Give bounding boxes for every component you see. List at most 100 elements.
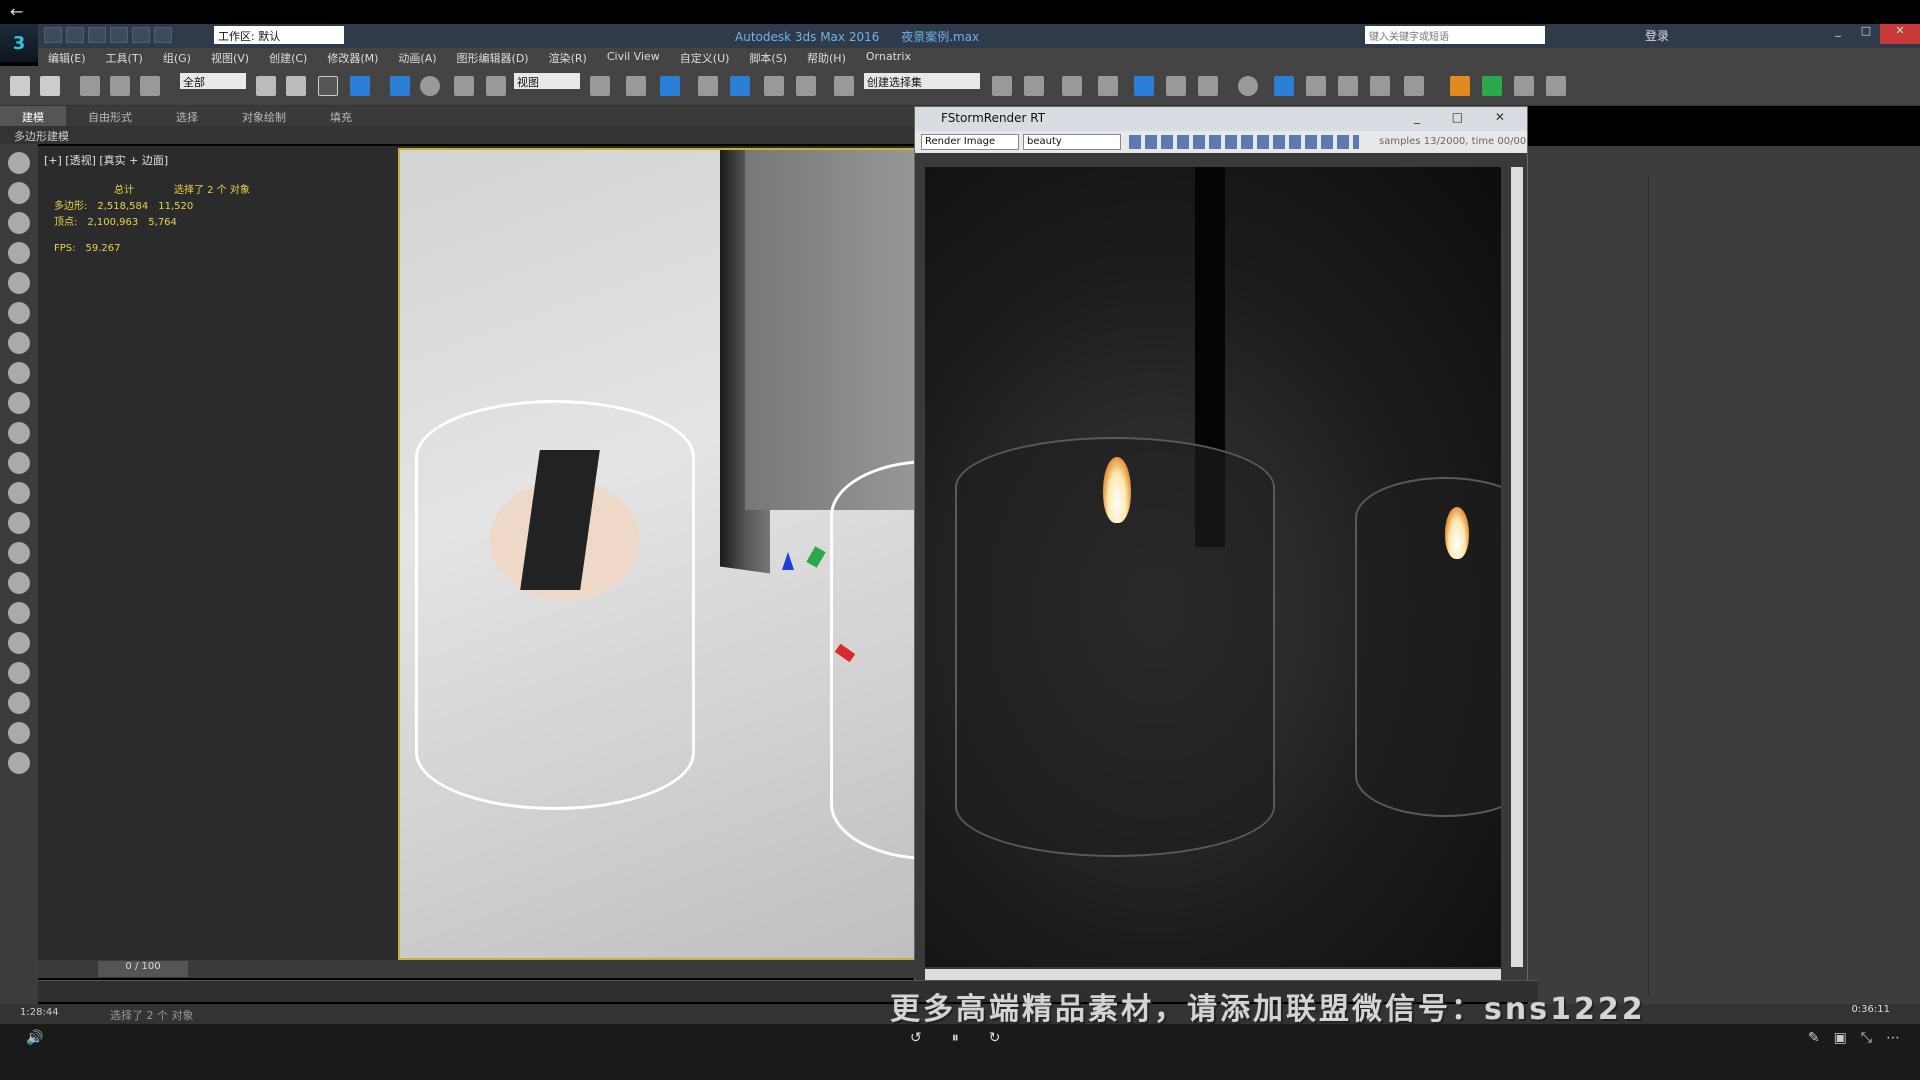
pause-icon[interactable]: ⏸ xyxy=(952,1030,959,1046)
material-editor-icon[interactable] xyxy=(1238,76,1258,96)
material-sphere-icon[interactable] xyxy=(8,722,30,744)
menu-customize[interactable]: 自定义(U) xyxy=(670,48,740,66)
volume-icon[interactable]: 🔊 xyxy=(26,1030,43,1046)
named-selection-select[interactable]: 创建选择集 xyxy=(864,73,980,89)
particle-icon[interactable] xyxy=(8,572,30,594)
selection-filter-select[interactable]: 全部 xyxy=(180,73,246,89)
tab-object-paint[interactable]: 对象绘制 xyxy=(220,106,308,126)
search-input[interactable]: 键入关键字或短语 xyxy=(1365,26,1545,44)
undo-icon[interactable] xyxy=(110,27,128,43)
3dsmax-logo-icon[interactable]: 3 xyxy=(0,24,38,62)
menu-edit[interactable]: 编辑(E) xyxy=(38,48,96,66)
glass-candle-wireframe-2[interactable] xyxy=(830,460,920,860)
menu-modifiers[interactable]: 修改器(M) xyxy=(317,48,388,66)
plugin-icon[interactable] xyxy=(1482,76,1502,96)
more-icon[interactable]: ⋯ xyxy=(1886,1030,1900,1046)
select-manipulate-icon[interactable] xyxy=(626,76,646,96)
plane-icon[interactable] xyxy=(8,362,30,384)
menu-animation[interactable]: 动画(A) xyxy=(388,48,446,66)
plant-icon[interactable] xyxy=(8,662,30,684)
open-file-icon[interactable] xyxy=(66,27,84,43)
pip-icon[interactable]: ▣ xyxy=(1834,1030,1847,1046)
light-icon[interactable] xyxy=(8,512,30,534)
hair-icon[interactable] xyxy=(8,542,30,564)
create-icon[interactable] xyxy=(8,152,30,174)
menu-ornatrix[interactable]: Ornatrix xyxy=(856,48,921,66)
render-frame-icon[interactable] xyxy=(1404,76,1424,96)
render-window-controls[interactable]: _ □ ✕ xyxy=(1414,110,1519,124)
tools-icon[interactable] xyxy=(1514,76,1534,96)
torus-icon[interactable] xyxy=(8,422,30,444)
motion-icon[interactable] xyxy=(8,242,30,264)
tab-freeform[interactable]: 自由形式 xyxy=(66,106,154,126)
unlink-icon[interactable] xyxy=(110,76,130,96)
keyboard-shortcut-override-icon[interactable] xyxy=(660,76,680,96)
redo-icon[interactable] xyxy=(40,76,60,96)
new-file-icon[interactable] xyxy=(44,27,62,43)
utilities-icon[interactable] xyxy=(8,302,30,324)
render-production-icon[interactable] xyxy=(1338,76,1358,96)
reference-coord-select[interactable]: 视图 xyxy=(514,73,580,89)
move-icon[interactable] xyxy=(390,76,410,96)
menu-scripting[interactable]: 脚本(S) xyxy=(739,48,797,66)
sun-icon[interactable] xyxy=(8,482,30,504)
helper-icon[interactable] xyxy=(8,602,30,624)
mirror-icon[interactable] xyxy=(992,76,1012,96)
schematic-view-icon[interactable] xyxy=(1198,76,1218,96)
menu-create[interactable]: 创建(C) xyxy=(259,48,317,66)
pivot-icon[interactable] xyxy=(590,76,610,96)
time-slider[interactable]: 0 / 100 xyxy=(38,960,920,978)
render-tool-icons[interactable] xyxy=(1129,135,1359,149)
place-icon[interactable] xyxy=(486,76,506,96)
scale-icon[interactable] xyxy=(454,76,474,96)
tab-populate[interactable]: 填充 xyxy=(308,106,374,126)
back-arrow-icon[interactable]: ← xyxy=(10,2,23,21)
pen-icon[interactable]: ✎ xyxy=(1808,1030,1820,1046)
snaps-toggle-icon[interactable] xyxy=(698,76,718,96)
menu-rendering[interactable]: 渲染(R) xyxy=(539,48,597,66)
menu-graph-editors[interactable]: 图形编辑器(D) xyxy=(447,48,539,66)
sphere-icon[interactable] xyxy=(8,392,30,414)
render-setup-icon[interactable] xyxy=(1274,76,1294,96)
scene-explorer-icon[interactable] xyxy=(1134,76,1154,96)
save-file-icon[interactable] xyxy=(88,27,106,43)
graphite-toolbar-icon[interactable] xyxy=(1098,76,1118,96)
render-iterative-icon[interactable] xyxy=(1370,76,1390,96)
edit-named-selection-icon[interactable] xyxy=(834,76,854,96)
render-icon[interactable] xyxy=(8,752,30,774)
forward-30-icon[interactable]: ↻ xyxy=(989,1030,1001,1046)
login-link[interactable]: 登录 xyxy=(1645,27,1669,44)
rewind-10-icon[interactable]: ↺ xyxy=(910,1030,922,1046)
angle-snap-icon[interactable] xyxy=(730,76,750,96)
minimize-icon[interactable]: _ xyxy=(1824,24,1852,44)
fstorm-icon[interactable] xyxy=(1450,76,1470,96)
percent-snap-icon[interactable] xyxy=(764,76,784,96)
globe-icon[interactable] xyxy=(8,632,30,654)
render-type-select[interactable]: Render Image xyxy=(921,134,1019,150)
project-folder-icon[interactable] xyxy=(154,27,172,43)
cone-icon[interactable] xyxy=(8,452,30,474)
window-crossing-icon[interactable] xyxy=(350,76,370,96)
time-slider-position[interactable]: 0 / 100 xyxy=(98,961,188,977)
undo-icon[interactable] xyxy=(10,76,30,96)
menu-civil-view[interactable]: Civil View xyxy=(597,48,670,66)
teapot-icon[interactable] xyxy=(8,332,30,354)
link-icon[interactable] xyxy=(80,76,100,96)
modify-icon[interactable] xyxy=(8,182,30,204)
hierarchy-icon[interactable] xyxy=(8,212,30,234)
render-scrollbar-vertical[interactable] xyxy=(1511,167,1523,967)
shrink-icon[interactable]: ⤡ xyxy=(1861,1030,1872,1046)
viewport-label[interactable]: [+] [透视] [真实 + 边面] xyxy=(44,152,168,168)
menu-views[interactable]: 视图(V) xyxy=(201,48,259,66)
menu-group[interactable]: 组(G) xyxy=(153,48,201,66)
redo-icon[interactable] xyxy=(132,27,150,43)
rectangle-region-icon[interactable] xyxy=(318,76,338,96)
rotate-icon[interactable] xyxy=(420,76,440,96)
brush-icon[interactable] xyxy=(8,692,30,714)
viewport-scene[interactable] xyxy=(398,148,920,960)
select-by-name-icon[interactable] xyxy=(286,76,306,96)
render-channel-select[interactable]: beauty xyxy=(1023,134,1121,150)
bind-spacewarp-icon[interactable] xyxy=(140,76,160,96)
select-object-icon[interactable] xyxy=(256,76,276,96)
tab-selection[interactable]: 选择 xyxy=(154,106,220,126)
